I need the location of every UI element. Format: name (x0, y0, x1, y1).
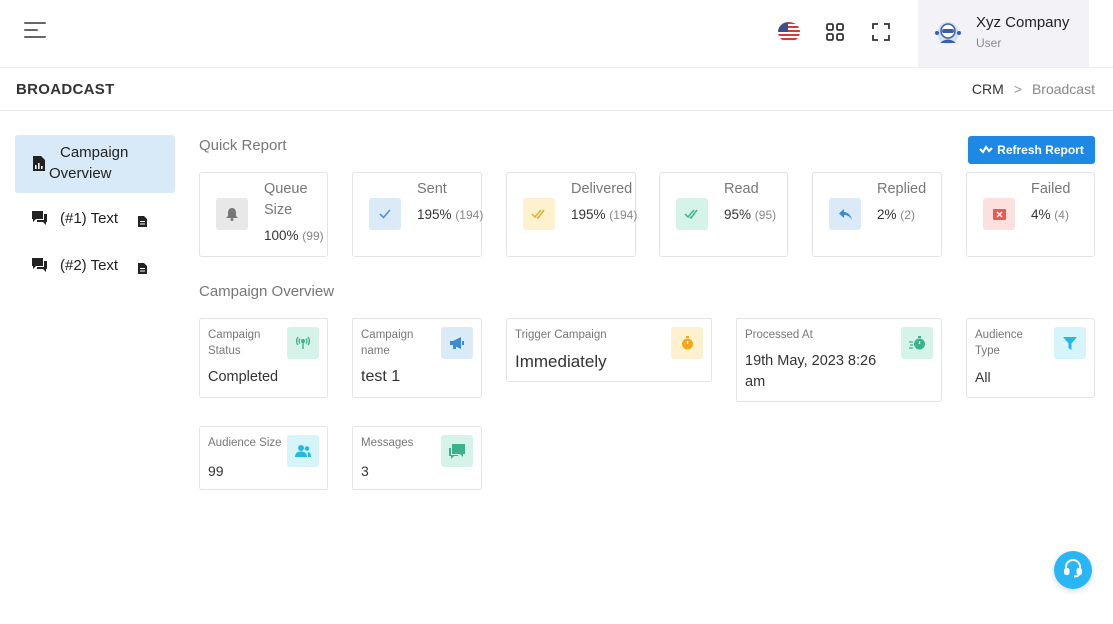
double-check-icon (676, 198, 708, 230)
headset-icon (1063, 558, 1083, 582)
overview-card-audience-size: Audience Size 99 (199, 426, 328, 490)
nav-item-text-1[interactable]: (#1) Text (15, 205, 175, 233)
check-icon (369, 198, 401, 230)
broadcast-tower-icon (287, 327, 319, 359)
overview-card-processed-at: Processed At 19th May, 2023 8:26 am (736, 318, 942, 402)
overview-card-label: Campaign Status (208, 329, 261, 357)
overview-card-campaign-status: Campaign Status Completed (199, 318, 328, 398)
users-icon (287, 435, 319, 467)
report-card-value: 195% (194) (571, 207, 638, 222)
nav-label: (#2) Text (60, 257, 119, 274)
user-name: Xyz Company (976, 14, 1070, 31)
fast-timer-icon (901, 327, 933, 359)
reply-icon (829, 198, 861, 230)
overview-card-value: 99 (208, 463, 224, 479)
nav-label: (#1) Text (60, 210, 119, 227)
report-card-read: Read 95% (95) (659, 172, 788, 257)
support-chat-button[interactable] (1054, 551, 1092, 589)
overview-card-value: All (975, 369, 991, 385)
page-title: BROADCAST (16, 81, 115, 98)
us-flag-icon[interactable] (778, 22, 800, 42)
report-card-replied: Replied 2% (2) (812, 172, 942, 257)
breadcrumb-current: Broadcast (1031, 81, 1095, 97)
menu-icon[interactable] (24, 22, 48, 42)
close-box-icon (983, 198, 1015, 230)
report-card-title: Replied (877, 181, 927, 197)
report-card-sent: Sent 195% (194) (352, 172, 484, 257)
overview-card-label: Trigger Campaign (515, 329, 607, 341)
filter-icon (1054, 327, 1086, 359)
double-check-icon (523, 198, 555, 230)
report-card-title: Delivered (571, 181, 633, 197)
overview-card-value: 19th May, 2023 8:26 am (745, 353, 877, 390)
report-card-failed: Failed 4% (4) (966, 172, 1095, 257)
messages-icon (441, 435, 473, 467)
nav-item-campaign-overview[interactable]: Campaign Overview (15, 135, 175, 193)
bell-icon (216, 198, 248, 230)
refresh-report-label: Refresh Report (997, 143, 1084, 157)
nav-label-line1: Campaign (60, 144, 129, 161)
user-profile[interactable]: Xyz Company User (918, 0, 1089, 67)
overview-card-label: Audience Size (208, 437, 282, 449)
report-card-title: Queue Size (264, 181, 308, 218)
quick-report-title: Quick Report (199, 137, 287, 154)
report-icon (33, 156, 45, 175)
overview-card-value: test 1 (361, 368, 401, 385)
fullscreen-icon[interactable] (871, 22, 891, 42)
nav-item-text-2[interactable]: (#2) Text (15, 252, 175, 280)
report-card-value: 95% (95) (724, 207, 777, 222)
report-card-title: Read (724, 181, 759, 197)
top-bar: Xyz Company User (0, 0, 1113, 68)
report-card-value: 195% (194) (417, 207, 484, 222)
document-icon (138, 261, 147, 278)
overview-card-label: Messages (361, 437, 414, 449)
breadcrumb-crm[interactable]: CRM (972, 81, 1004, 97)
overview-card-trigger-campaign: Trigger Campaign Immediately (506, 318, 712, 382)
stopwatch-icon (671, 327, 703, 359)
report-card-value: 100% (99) (264, 228, 324, 243)
report-card-value: 2% (2) (877, 207, 915, 222)
user-role: User (976, 36, 1002, 50)
overview-card-value: Completed (208, 369, 279, 385)
report-card-value: 4% (4) (1031, 207, 1069, 222)
breadcrumb: CRM > Broadcast (972, 81, 1095, 97)
megaphone-icon (441, 327, 473, 359)
report-card-delivered: Delivered 195% (194) (506, 172, 638, 257)
chat-icon (32, 258, 47, 276)
overview-card-label: Audience Type (975, 329, 1023, 357)
document-icon (138, 214, 147, 231)
overview-card-label: Processed At (745, 329, 813, 341)
overview-card-value: Immediately (515, 352, 607, 371)
overview-card-label: Campaign name (361, 329, 414, 357)
overview-card-audience-type: Audience Type All (966, 318, 1095, 398)
campaign-overview-title: Campaign Overview (199, 283, 335, 300)
chat-icon (32, 211, 47, 229)
report-card-title: Failed (1031, 181, 1071, 197)
nav-label-line2: Overview (49, 165, 112, 182)
refresh-report-button[interactable]: Refresh Report (968, 136, 1095, 164)
overview-card-campaign-name: Campaign name test 1 (352, 318, 482, 398)
report-card-queue-size: Queue Size 100% (99) (199, 172, 328, 257)
overview-card-value: 3 (361, 463, 369, 479)
avatar-icon (932, 17, 964, 49)
overview-card-messages: Messages 3 (352, 426, 482, 490)
pulse-icon (979, 143, 993, 157)
breadcrumb-separator: > (1013, 81, 1022, 97)
page-header: BROADCAST CRM > Broadcast (0, 69, 1113, 111)
report-card-title: Sent (417, 181, 447, 197)
apps-grid-icon[interactable] (825, 22, 845, 42)
